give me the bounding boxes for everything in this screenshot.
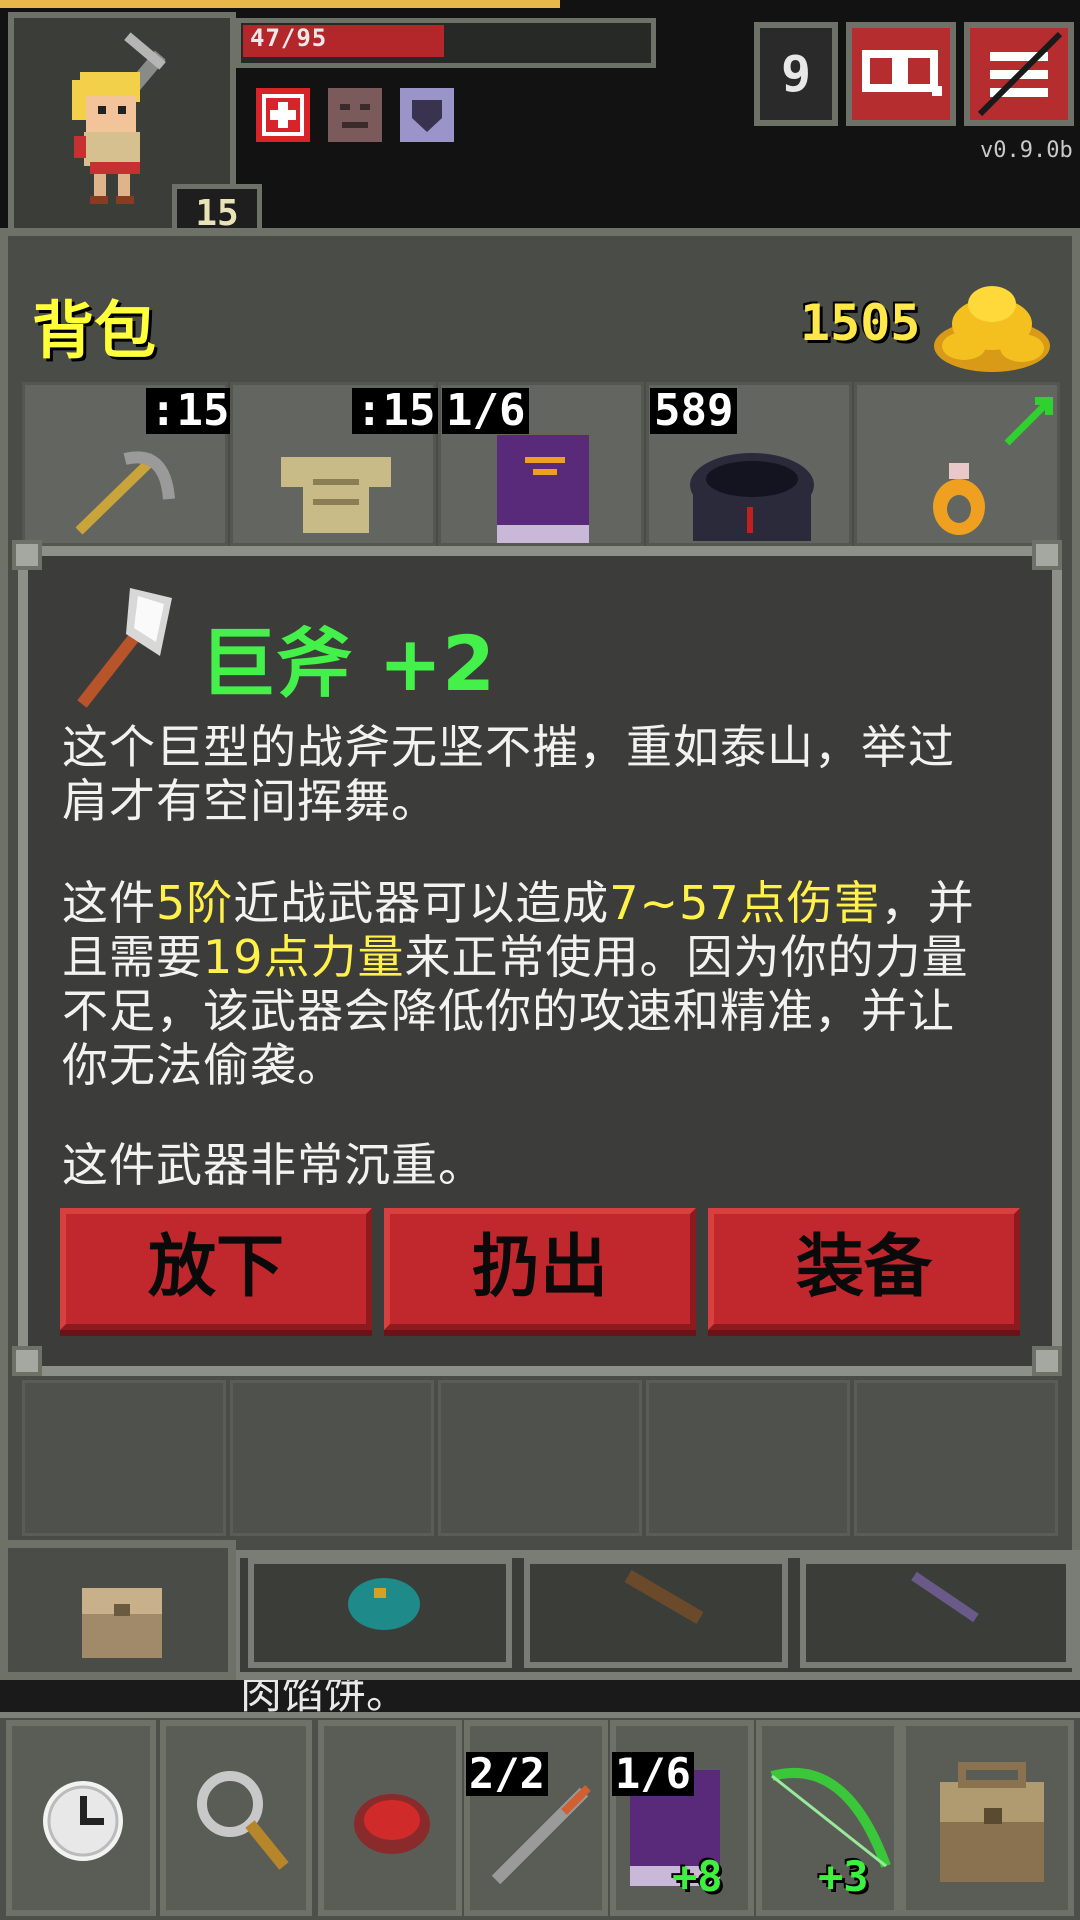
backpack-inventory-icon: [940, 1762, 1044, 1882]
scroll-holder-icon: [911, 1571, 979, 1623]
backpack-title: 背包: [32, 294, 157, 367]
bag-tab-seeds[interactable]: [248, 1558, 512, 1668]
quickslot-3-badge: 1/6: [612, 1752, 694, 1796]
health-text: 47/95: [250, 24, 328, 52]
quickslot-2-badge: 2/2: [466, 1752, 548, 1796]
artifact-slot-badge: 1/6: [442, 388, 530, 434]
wand-holster-icon: [624, 1569, 704, 1625]
stats-text: 近战武器可以造成: [233, 876, 610, 930]
window-corner: [12, 1346, 42, 1376]
inventory-button[interactable]: [900, 1720, 1074, 1916]
window-corner: [1032, 1346, 1062, 1376]
item-stats-line: 且需要19点力量来正常使用。因为你的力量: [62, 930, 969, 984]
menu-icon: [977, 31, 1063, 117]
upgrade-arrow-icon: [1004, 396, 1054, 446]
stats-text: 来正常使用。因为你的力量: [404, 930, 969, 984]
item-description-line: 肩才有空间挥舞。: [62, 774, 438, 828]
backpack-slot[interactable]: [854, 1380, 1058, 1536]
equip-button[interactable]: 装备: [708, 1208, 1020, 1330]
clock-icon: [43, 1781, 123, 1861]
magnifier-icon: [197, 1771, 289, 1870]
tier-highlight: 5阶: [156, 876, 234, 930]
item-note: 这件武器非常沉重。: [62, 1138, 485, 1192]
backpack-slot[interactable]: [230, 1380, 434, 1536]
seed-pouch-icon: [348, 1578, 420, 1630]
gold-count: 1505: [800, 294, 921, 352]
misc-slot-badge: 589: [650, 388, 738, 434]
pickaxe-icon: [75, 451, 175, 535]
spellbook-icon: [497, 435, 589, 543]
backpack-icon: [82, 1588, 162, 1658]
drop-button[interactable]: 放下: [60, 1208, 372, 1330]
greataxe-icon: [72, 582, 176, 712]
wait-button[interactable]: [6, 1720, 156, 1916]
quickslot-1[interactable]: [318, 1720, 462, 1916]
window-corner: [12, 540, 42, 570]
throw-button[interactable]: 扔出: [384, 1208, 696, 1330]
backpack-slot[interactable]: [22, 1380, 226, 1536]
journal-icon: [862, 50, 942, 96]
item-description-line: 这个巨型的战斧无坚不摧，重如泰山，举过: [62, 720, 955, 774]
item-stats-line: 这件5阶近战武器可以造成7~57点伤害，并: [62, 876, 975, 930]
meat-pie-icon: [354, 1794, 430, 1854]
shield-buff-icon[interactable]: [400, 88, 454, 142]
search-button[interactable]: [160, 1720, 312, 1916]
quickslot-4-upgrade: +3: [818, 1852, 869, 1901]
armor-icon: [281, 457, 391, 533]
curse-face-icon[interactable]: [328, 88, 382, 142]
item-stats-line: 你无法偷袭。: [62, 1038, 344, 1092]
stats-text: 且需要: [62, 930, 203, 984]
menu-button[interactable]: [964, 22, 1074, 126]
bag-selector-panel: [232, 1550, 1080, 1680]
equip-slot-ring[interactable]: [854, 382, 1060, 546]
bag-tab-wands[interactable]: [524, 1558, 788, 1668]
heal-buff-icon[interactable]: [256, 88, 310, 142]
item-title: 巨斧 +2: [200, 619, 496, 708]
version-label: v0.9.0b: [980, 138, 1073, 163]
gold-pile-icon: [930, 268, 1054, 376]
stats-text: ，并: [880, 876, 975, 930]
bag-tab-scrolls[interactable]: [800, 1558, 1072, 1668]
stats-text: 这件: [62, 876, 156, 930]
strength-highlight: 19点力量: [203, 930, 405, 984]
bag-tab-backpack[interactable]: [0, 1540, 236, 1680]
cloak-icon: [690, 453, 814, 541]
weapon-slot-badge: :15: [146, 388, 234, 434]
armor-slot-badge: :15: [352, 388, 440, 434]
journal-button[interactable]: [846, 22, 956, 126]
item-stats-line: 不足，该武器会降低你的攻速和精准，并让: [62, 984, 955, 1038]
ring-icon: [933, 463, 985, 535]
window-corner: [1032, 540, 1062, 570]
backpack-slot[interactable]: [438, 1380, 642, 1536]
experience-bar: [0, 0, 560, 8]
quickslot-3-upgrade: +8: [672, 1852, 723, 1901]
damage-highlight: 7~57点伤害: [609, 876, 881, 930]
backpack-slot[interactable]: [646, 1380, 850, 1536]
depth-indicator-button[interactable]: 9: [754, 22, 838, 126]
